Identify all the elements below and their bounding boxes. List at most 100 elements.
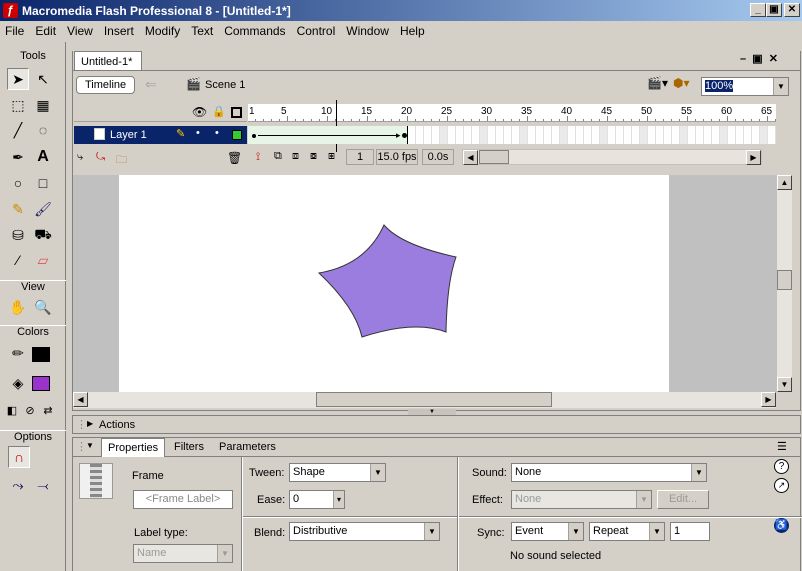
tween-select[interactable]: Shape ▼ <box>289 463 386 482</box>
sync-select[interactable]: Event ▼ <box>511 522 584 541</box>
document-tab[interactable]: Untitled-1* <box>74 51 142 70</box>
scroll-left-icon[interactable]: ◀ <box>463 150 478 165</box>
scroll-thumb[interactable] <box>479 150 509 164</box>
frame-cell[interactable] <box>496 126 504 144</box>
doc-window-controls[interactable]: – ▣ ✕ <box>740 52 778 65</box>
text-tool-icon[interactable]: A <box>32 146 54 168</box>
stage-vscroll[interactable]: ▲ ▼ <box>776 175 792 392</box>
menu-text[interactable]: Text <box>186 24 219 38</box>
frame-cell[interactable] <box>616 126 624 144</box>
panel-options-icon[interactable]: ☰ <box>777 440 787 453</box>
layer-name[interactable]: Layer 1 <box>110 129 147 141</box>
zoom-select[interactable]: 100% ▼ <box>701 77 789 96</box>
shape-tween-span[interactable]: ▸ <box>248 126 408 144</box>
collapse-arrow-icon[interactable]: ▼ <box>86 441 94 450</box>
ease-input[interactable]: 0 ▾ <box>289 490 345 509</box>
frame-cell[interactable] <box>536 126 544 144</box>
menu-view[interactable]: View <box>62 24 99 38</box>
scroll-right-icon[interactable]: ▶ <box>746 150 761 165</box>
fill-transform-tool-icon[interactable]: ▦ <box>32 94 54 116</box>
menu-control[interactable]: Control <box>292 24 342 38</box>
sound-select[interactable]: None ▼ <box>511 463 707 482</box>
frame-cell[interactable] <box>608 126 616 144</box>
frame-cell[interactable] <box>416 126 424 144</box>
edit-multiple-frames-icon[interactable]: ⧇ <box>310 150 317 163</box>
frame-cell[interactable] <box>696 126 704 144</box>
frame-cell[interactable] <box>568 126 576 144</box>
brush-tool-icon[interactable]: 🖌 <box>32 198 54 220</box>
menu-window[interactable]: Window <box>341 24 395 38</box>
label-type-select[interactable]: Name ▼ <box>133 544 233 563</box>
frame-cell[interactable] <box>720 126 728 144</box>
frame-cell[interactable] <box>744 126 752 144</box>
frame-ruler[interactable]: 1 5 10 15 20 25 30 35 40 45 50 55 60 65 <box>248 104 776 122</box>
expand-arrow-icon[interactable]: ▶ <box>87 419 93 428</box>
frame-cell[interactable] <box>480 126 488 144</box>
no-color-icon[interactable]: ⊘ <box>21 399 39 421</box>
menu-file[interactable]: File <box>0 24 30 38</box>
frame-cell[interactable] <box>528 126 536 144</box>
delete-layer-icon[interactable]: 🗑 <box>227 151 242 165</box>
menu-edit[interactable]: Edit <box>30 24 62 38</box>
scroll-down-icon[interactable]: ▼ <box>777 377 792 392</box>
menu-modify[interactable]: Modify <box>140 24 186 38</box>
timeline-hscroll[interactable]: ◀ ▶ <box>462 149 762 165</box>
eraser-tool-icon[interactable]: ▱ <box>32 249 54 271</box>
actions-title[interactable]: Actions <box>99 419 135 431</box>
frame-cell[interactable] <box>512 126 520 144</box>
frame-label-input[interactable]: <Frame Label> <box>133 490 233 509</box>
star-shape[interactable] <box>317 224 457 338</box>
frame-cell[interactable] <box>472 126 480 144</box>
frame-cell[interactable] <box>752 126 760 144</box>
frame-cell[interactable] <box>576 126 584 144</box>
snap-to-objects-icon[interactable]: ∩ <box>8 446 30 468</box>
free-transform-tool-icon[interactable]: ⬚ <box>7 94 29 116</box>
back-arrow-icon[interactable]: ⇐ <box>145 76 157 93</box>
straighten-icon[interactable]: ⤙ <box>32 474 54 496</box>
frame-cell[interactable] <box>552 126 560 144</box>
pencil-tool-icon[interactable]: ✎ <box>7 198 29 220</box>
outline-icon[interactable] <box>231 107 242 118</box>
smooth-icon[interactable]: ⤳ <box>7 474 29 496</box>
swap-colors-icon[interactable]: ⇄ <box>39 399 57 421</box>
accessibility-icon[interactable]: ♿ <box>774 518 789 533</box>
visible-dot[interactable]: • <box>196 127 200 139</box>
frame-cell[interactable] <box>664 126 672 144</box>
frame-cell[interactable] <box>760 126 768 144</box>
onion-outlines-icon[interactable]: ⧈ <box>292 150 299 163</box>
scroll-right-icon[interactable]: ▶ <box>761 392 776 407</box>
frame-cell[interactable] <box>432 126 440 144</box>
blend-select[interactable]: Distributive ▼ <box>289 522 440 541</box>
zoom-tool-icon[interactable]: 🔍 <box>32 296 54 318</box>
menu-insert[interactable]: Insert <box>99 24 140 38</box>
frame-cell[interactable] <box>424 126 432 144</box>
vscroll-thumb[interactable] <box>777 270 792 290</box>
ink-bottle-tool-icon[interactable]: ⛁ <box>7 224 29 246</box>
hand-tool-icon[interactable]: ✋ <box>7 296 29 318</box>
frame-cell[interactable] <box>648 126 656 144</box>
oval-tool-icon[interactable]: ○ <box>7 172 29 194</box>
menu-commands[interactable]: Commands <box>219 24 291 38</box>
pen-tool-icon[interactable]: ✒ <box>7 146 29 168</box>
frame-cell[interactable] <box>736 126 744 144</box>
lock-icon[interactable]: 🔒 <box>212 105 226 118</box>
line-tool-icon[interactable]: ╱ <box>7 119 29 141</box>
tab-parameters[interactable]: Parameters <box>219 441 276 453</box>
eyedropper-tool-icon[interactable]: ⁄ <box>7 249 29 271</box>
insert-layer-icon[interactable]: ⤷ <box>77 151 83 164</box>
frame-cell[interactable] <box>624 126 632 144</box>
eye-icon[interactable]: 👁 <box>192 105 207 119</box>
tab-filters[interactable]: Filters <box>174 441 204 453</box>
paint-bucket-tool-icon[interactable]: ⛟ <box>32 224 54 246</box>
lock-dot[interactable]: • <box>215 127 219 139</box>
frame-cell[interactable] <box>688 126 696 144</box>
frame-cell[interactable] <box>632 126 640 144</box>
frame-cell[interactable] <box>440 126 448 144</box>
rectangle-tool-icon[interactable]: □ <box>32 172 54 194</box>
grip-icon[interactable]: ⋮ <box>76 418 87 431</box>
frame-cell[interactable] <box>672 126 680 144</box>
menu-help[interactable]: Help <box>395 24 431 38</box>
outline-color-swatch[interactable] <box>232 130 242 140</box>
scroll-left-icon[interactable]: ◀ <box>73 392 88 407</box>
frame-cell[interactable] <box>768 126 776 144</box>
